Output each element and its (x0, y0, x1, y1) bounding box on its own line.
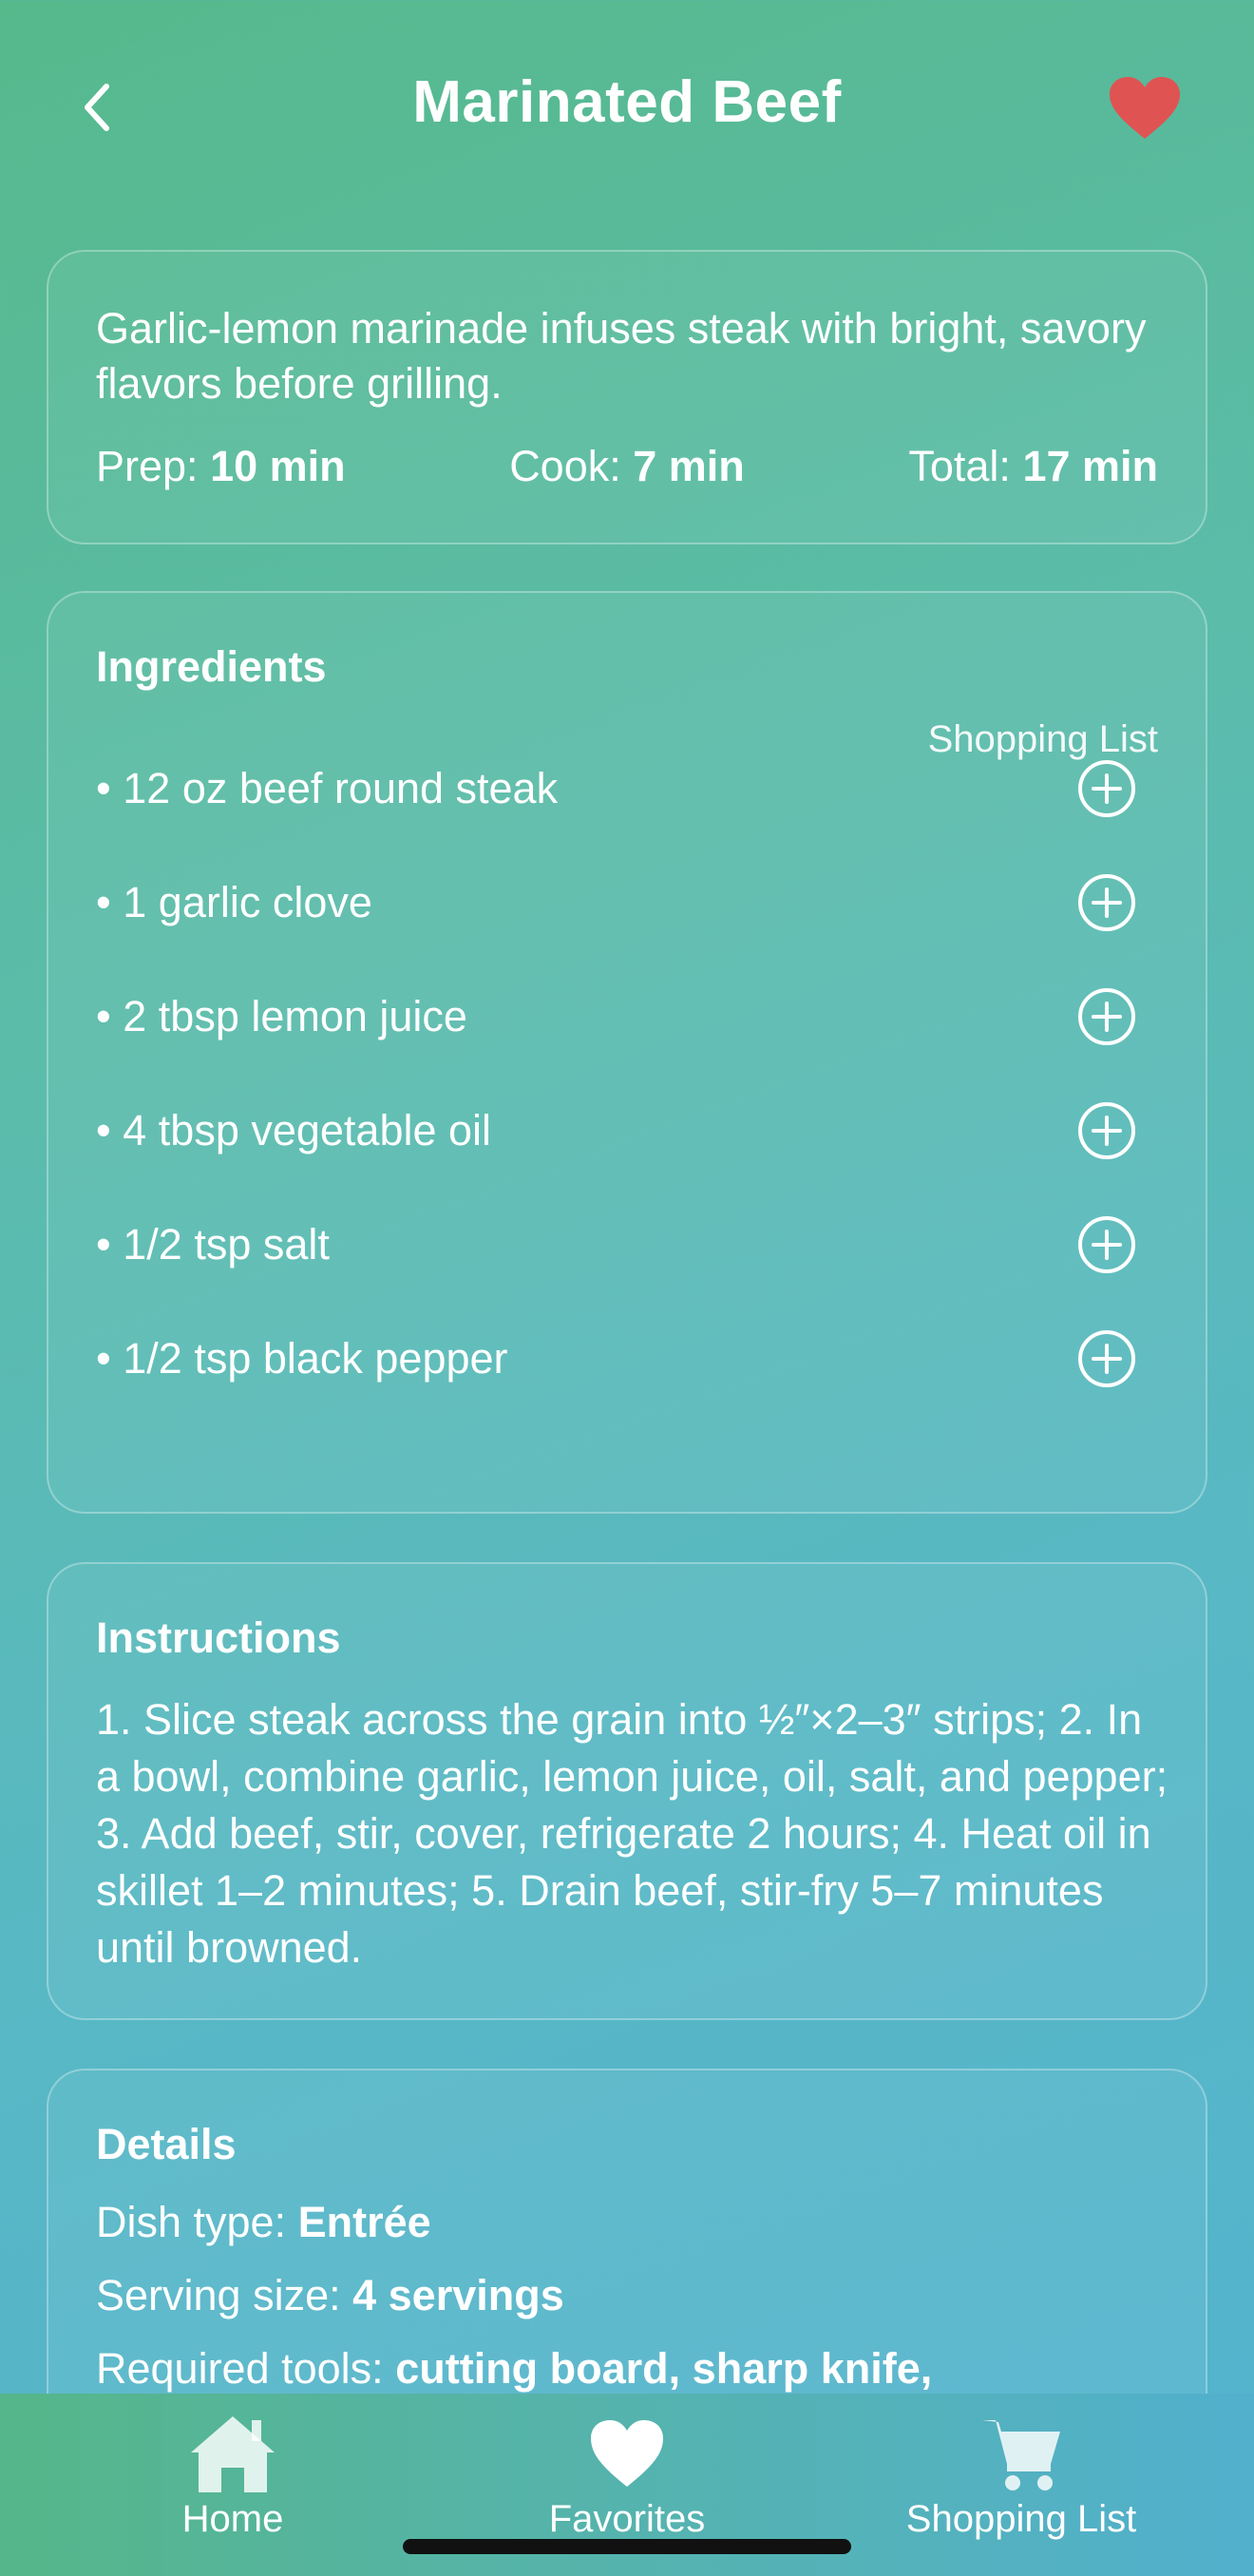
add-to-list-icon[interactable] (1076, 872, 1137, 933)
heart-icon (591, 2420, 663, 2487)
add-to-list-icon[interactable] (1076, 986, 1137, 1047)
add-to-list-icon[interactable] (1076, 1328, 1137, 1389)
home-icon (191, 2416, 275, 2492)
ingredient-row: • 4 tbsp vegetable oil (96, 1083, 1158, 1178)
add-to-list-icon[interactable] (1076, 1100, 1137, 1161)
serving-size: Serving size: 4 servings (96, 2271, 564, 2319)
ingredient-label: • 12 oz beef round steak (96, 764, 559, 812)
tab-favorites-label: Favorites (548, 2498, 706, 2540)
add-to-list-icon[interactable] (1076, 758, 1137, 819)
ingredient-row: • 1/2 tsp black pepper (96, 1311, 1158, 1406)
tab-favorites[interactable]: Favorites (522, 2414, 732, 2557)
page-title: Marinated Beef (412, 69, 842, 135)
ingredient-row: • 1/2 tsp salt (96, 1197, 1158, 1292)
instructions-heading: Instructions (96, 1613, 341, 1662)
summary-card: Garlic-lemon marinade infuses steak with… (47, 250, 1207, 544)
instructions-text: 1. Slice steak across the grain into ½″×… (96, 1695, 1168, 1972)
ingredient-label: • 1/2 tsp black pepper (96, 1334, 508, 1383)
total-time: Total: 17 min (908, 442, 1158, 490)
cook-time: Cook: 7 min (509, 442, 745, 490)
ingredient-row: • 1 garlic clove (96, 855, 1158, 950)
ingredients-card: Ingredients Shopping List • 12 oz beef r… (47, 591, 1207, 1514)
ingredient-row: • 12 oz beef round steak (96, 741, 1158, 836)
nav-header: Marinated Beef (0, 0, 1254, 219)
required-tools: Required tools: cutting board, sharp kni… (96, 2344, 933, 2393)
instructions-card: Instructions 1. Slice steak across the g… (47, 1562, 1207, 2020)
add-to-list-icon[interactable] (1076, 1214, 1137, 1275)
ingredient-row: • 2 tbsp lemon juice (96, 969, 1158, 1064)
tab-shopping-list-label: Shopping List (905, 2498, 1137, 2540)
ingredients-heading: Ingredients (96, 642, 327, 691)
ingredient-label: • 1/2 tsp salt (96, 1220, 330, 1269)
heart-icon (1110, 77, 1180, 139)
tab-home[interactable]: Home (162, 2414, 304, 2557)
favorite-button[interactable] (1108, 76, 1182, 141)
cart-icon (982, 2420, 1060, 2490)
ingredient-label: • 2 tbsp lemon juice (96, 992, 467, 1040)
dish-type: Dish type: Entrée (96, 2198, 431, 2246)
ingredient-label: • 4 tbsp vegetable oil (96, 1106, 492, 1154)
home-indicator (403, 2539, 851, 2554)
tab-home-label: Home (181, 2498, 284, 2540)
recipe-description: Garlic-lemon marinade infuses steak with… (96, 304, 1147, 408)
details-heading: Details (96, 2120, 237, 2168)
prep-time: Prep: 10 min (96, 442, 346, 490)
tab-shopping-list[interactable]: Shopping List (888, 2414, 1154, 2557)
ingredient-label: • 1 garlic clove (96, 878, 372, 926)
time-row: Prep: 10 min Cook: 7 min Total: 17 min (96, 442, 1158, 491)
